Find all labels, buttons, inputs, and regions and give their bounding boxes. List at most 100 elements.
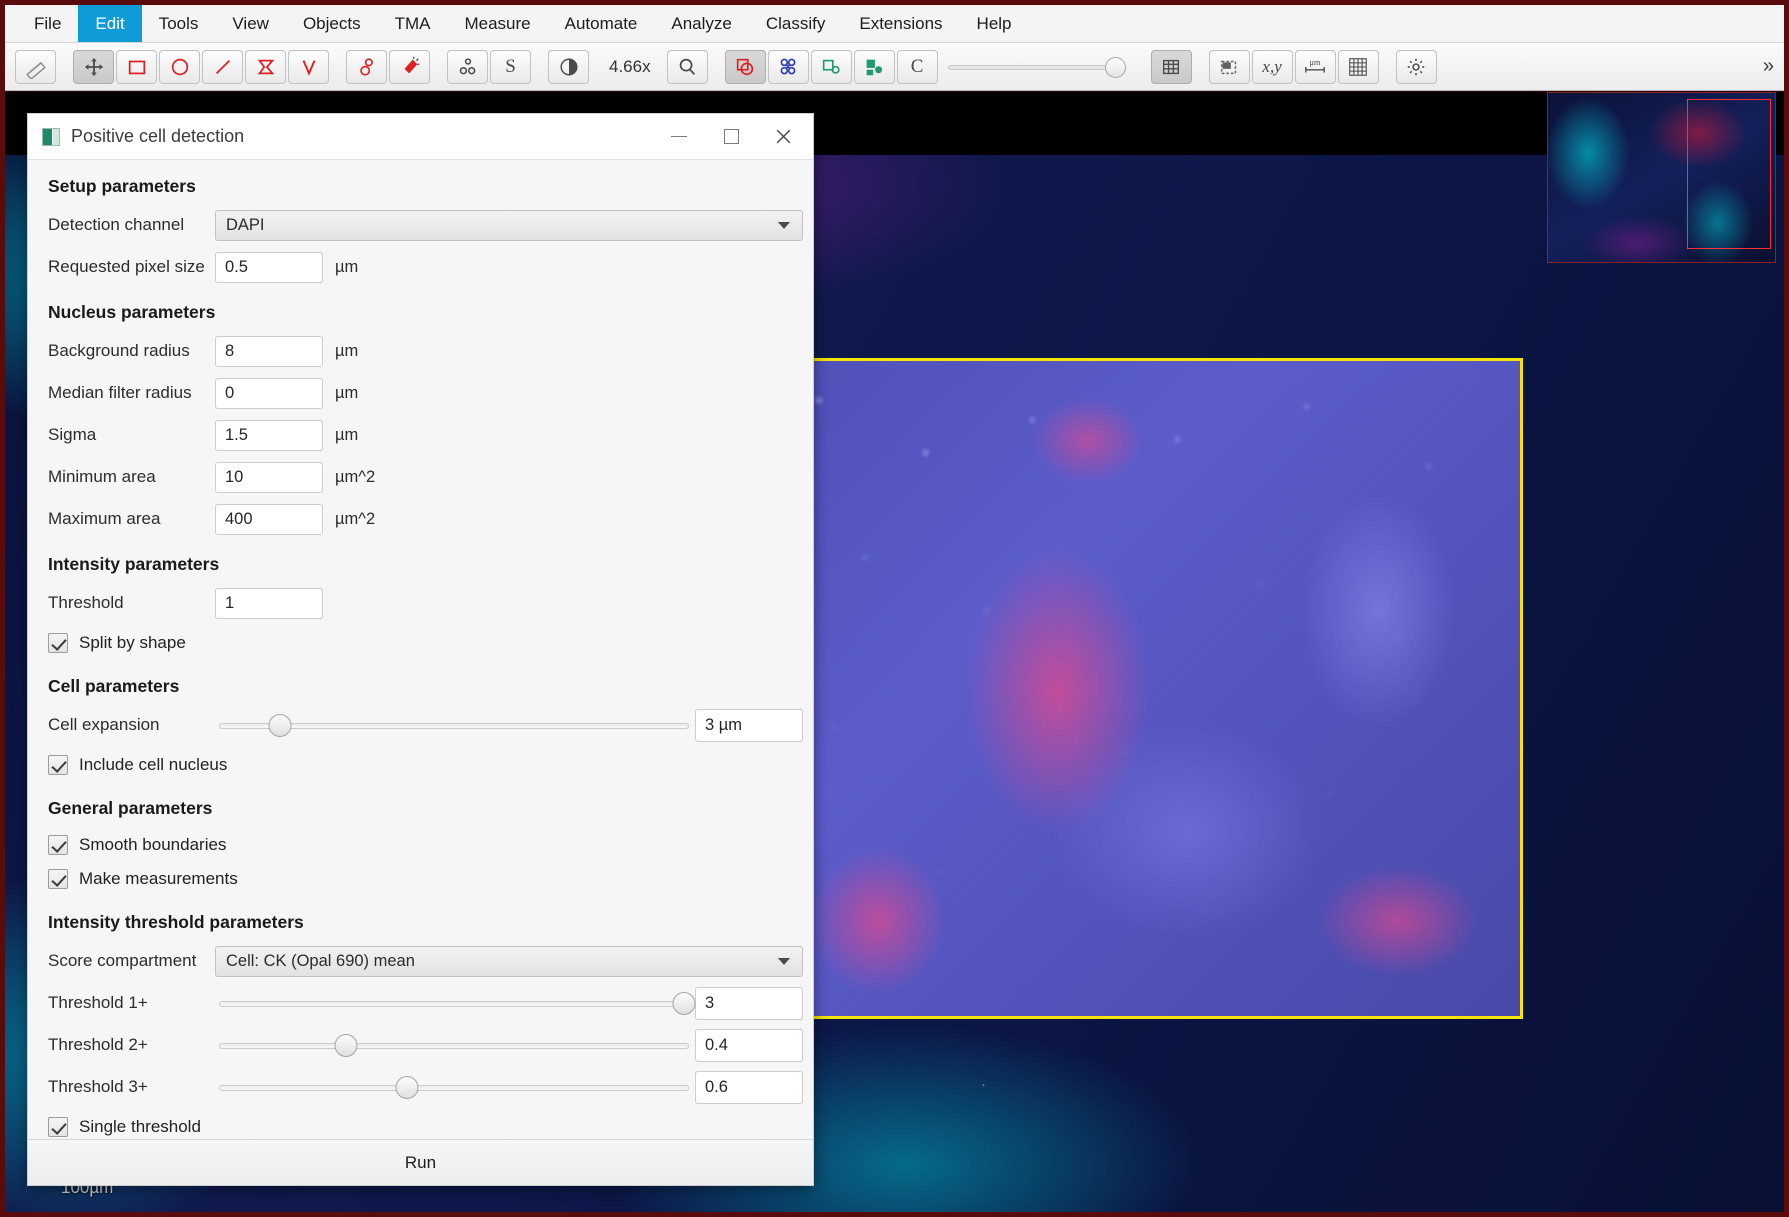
minimum-area-label: Minimum area bbox=[48, 467, 156, 486]
split-by-shape-checkbox-icon[interactable] bbox=[48, 633, 68, 653]
menu-measure[interactable]: Measure bbox=[447, 5, 547, 42]
close-icon bbox=[776, 129, 790, 144]
opacity-slider-knob[interactable] bbox=[1104, 56, 1126, 78]
section-title-nucleus: Nucleus parameters bbox=[48, 302, 216, 322]
threshold-3-value[interactable]: 0.6 bbox=[695, 1070, 803, 1104]
include-cell-nucleus-checkbox-icon[interactable] bbox=[48, 755, 68, 775]
brightness-contrast-icon[interactable] bbox=[548, 49, 589, 84]
checkbox-make-measurements[interactable]: Make measurements bbox=[38, 862, 803, 896]
menu-analyze[interactable]: Analyze bbox=[654, 5, 748, 42]
threshold-1-value[interactable]: 3 bbox=[695, 986, 803, 1020]
maximize-button[interactable] bbox=[705, 115, 757, 159]
qupath-window: File Edit Tools View Objects TMA Measure… bbox=[0, 0, 1789, 1217]
smooth-boundaries-checkbox-icon[interactable] bbox=[48, 835, 68, 855]
menu-edit[interactable]: Edit bbox=[78, 5, 142, 42]
row-maximum-area: Maximum area 400 µm^2 bbox=[38, 500, 803, 538]
row-threshold-2: Threshold 2+ 0.4 bbox=[38, 1026, 803, 1064]
polygon-tool-icon[interactable] bbox=[245, 49, 286, 84]
polyline-tool-icon[interactable] bbox=[288, 49, 329, 84]
menu-extensions[interactable]: Extensions bbox=[842, 5, 959, 42]
rectangle-tool-icon[interactable] bbox=[116, 49, 157, 84]
checkbox-split-by-shape[interactable]: Split by shape bbox=[38, 626, 803, 660]
overview-icon[interactable] bbox=[1208, 49, 1250, 84]
threshold-1-slider-knob[interactable] bbox=[672, 991, 696, 1015]
menu-help[interactable]: Help bbox=[960, 5, 1029, 42]
threshold-1-slider[interactable] bbox=[219, 988, 696, 1019]
menu-automate[interactable]: Automate bbox=[548, 5, 655, 42]
threshold-2-slider[interactable] bbox=[219, 1030, 689, 1061]
brush-tool-icon[interactable] bbox=[346, 49, 387, 84]
row-sigma: Sigma 1.5 µm bbox=[38, 416, 803, 454]
fill-detections-icon[interactable] bbox=[853, 49, 895, 84]
median-filter-radius-input[interactable]: 0 bbox=[215, 377, 323, 409]
move-tool-icon[interactable] bbox=[73, 49, 114, 84]
intensity-threshold-input[interactable]: 1 bbox=[215, 587, 323, 619]
run-button[interactable]: Run bbox=[405, 1153, 436, 1173]
threshold-3-slider[interactable] bbox=[219, 1072, 689, 1103]
menu-view[interactable]: View bbox=[215, 5, 286, 42]
score-compartment-select[interactable]: Cell: CK (Opal 690) mean bbox=[215, 945, 803, 977]
cell-expansion-value[interactable]: 3 µm bbox=[695, 708, 803, 742]
menu-tools[interactable]: Tools bbox=[142, 5, 216, 42]
make-measurements-checkbox-icon[interactable] bbox=[48, 869, 68, 889]
wand-tool-icon[interactable] bbox=[389, 49, 430, 84]
checkbox-include-cell-nucleus[interactable]: Include cell nucleus bbox=[38, 748, 803, 782]
row-threshold-3: Threshold 3+ 0.6 bbox=[38, 1068, 803, 1106]
dialog-title-bar[interactable]: Positive cell detection bbox=[28, 114, 813, 160]
threshold-2-slider-knob[interactable] bbox=[334, 1033, 358, 1057]
minimize-icon bbox=[671, 136, 687, 137]
menu-file[interactable]: File bbox=[17, 5, 78, 42]
close-button[interactable] bbox=[757, 115, 809, 159]
show-classification-icon[interactable]: C bbox=[896, 49, 938, 84]
scalebar-icon[interactable]: μm bbox=[1294, 49, 1336, 84]
dialog-footer: Run bbox=[28, 1139, 813, 1185]
show-detections-icon[interactable] bbox=[767, 49, 809, 84]
selection-mode-icon[interactable]: S bbox=[490, 49, 531, 84]
row-cell-expansion: Cell expansion 3 µm bbox=[38, 706, 803, 744]
median-filter-radius-label: Median filter radius bbox=[48, 383, 192, 402]
annotation-rectangle[interactable] bbox=[755, 358, 1523, 1019]
maximum-area-input[interactable]: 400 bbox=[215, 503, 323, 535]
menu-classify[interactable]: Classify bbox=[749, 5, 843, 42]
smooth-boundaries-label: Smooth boundaries bbox=[79, 835, 227, 854]
ellipse-tool-icon[interactable] bbox=[159, 49, 200, 84]
location-icon[interactable]: x,y bbox=[1251, 49, 1293, 84]
chevron-down-icon bbox=[778, 957, 790, 965]
line-tool-icon[interactable] bbox=[202, 49, 243, 84]
minimize-button[interactable] bbox=[653, 115, 705, 159]
show-annotations-icon[interactable] bbox=[724, 49, 766, 84]
threshold-3-slider-knob[interactable] bbox=[395, 1075, 419, 1099]
requested-pixel-size-input[interactable]: 0.5 bbox=[215, 251, 323, 283]
opacity-slider-track bbox=[947, 64, 1126, 70]
grid-icon[interactable] bbox=[1150, 49, 1192, 84]
threshold-2-value[interactable]: 0.4 bbox=[695, 1028, 803, 1062]
overview-thumbnail[interactable] bbox=[1547, 92, 1776, 263]
threshold-1-slider-track bbox=[219, 1000, 689, 1007]
cell-expansion-label: Cell expansion bbox=[48, 715, 160, 734]
toolbar-overflow-button[interactable]: » bbox=[1763, 55, 1774, 78]
checkbox-smooth-boundaries[interactable]: Smooth boundaries bbox=[38, 828, 803, 862]
cell-detection-overlay bbox=[758, 361, 1520, 1016]
counting-grid-icon[interactable] bbox=[1337, 49, 1379, 84]
positive-cell-detection-dialog[interactable]: Positive cell detection Setup parameters… bbox=[27, 113, 814, 1186]
cell-expansion-slider[interactable] bbox=[219, 710, 689, 741]
opacity-slider[interactable] bbox=[947, 50, 1126, 84]
minimum-area-input[interactable]: 10 bbox=[215, 461, 323, 493]
zoom-level-label: 4.66x bbox=[609, 56, 651, 76]
section-title-setup: Setup parameters bbox=[48, 176, 196, 196]
detection-channel-select[interactable]: DAPI bbox=[215, 209, 803, 241]
points-tool-icon[interactable] bbox=[447, 49, 488, 84]
ruler-icon[interactable] bbox=[15, 49, 56, 84]
preferences-icon[interactable] bbox=[1395, 49, 1437, 84]
section-title-intensity-threshold: Intensity threshold parameters bbox=[48, 912, 304, 932]
magnifier-icon[interactable] bbox=[666, 49, 708, 84]
background-radius-input[interactable]: 8 bbox=[215, 335, 323, 367]
cell-expansion-slider-knob[interactable] bbox=[268, 713, 292, 737]
requested-pixel-size-unit: µm bbox=[335, 257, 359, 276]
menu-tma[interactable]: TMA bbox=[378, 5, 448, 42]
sigma-input[interactable]: 1.5 bbox=[215, 419, 323, 451]
checkbox-single-threshold[interactable]: Single threshold bbox=[38, 1110, 803, 1139]
single-threshold-checkbox-icon[interactable] bbox=[48, 1117, 68, 1137]
fill-annotations-icon[interactable] bbox=[810, 49, 852, 84]
menu-objects[interactable]: Objects bbox=[286, 5, 378, 42]
